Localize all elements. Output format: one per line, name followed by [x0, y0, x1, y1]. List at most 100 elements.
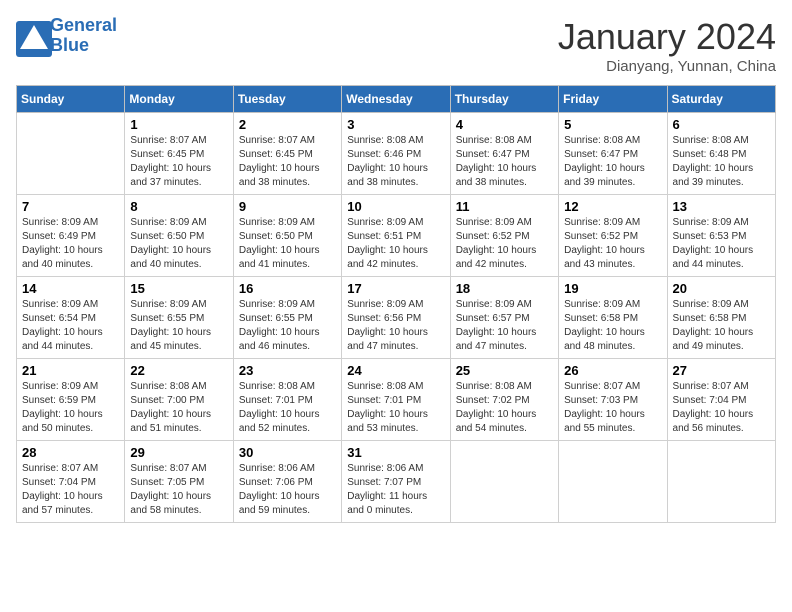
day-info: Sunrise: 8:08 AM Sunset: 6:48 PM Dayligh… — [673, 134, 770, 190]
day-info: Sunrise: 8:08 AM Sunset: 6:46 PM Dayligh… — [347, 134, 444, 190]
day-number: 13 — [673, 199, 770, 214]
month-title: January 2024 — [558, 16, 776, 58]
calendar-cell: 23 Sunrise: 8:08 AM Sunset: 7:01 PM Dayli… — [233, 359, 341, 441]
day-info: Sunrise: 8:09 AM Sunset: 6:57 PM Dayligh… — [456, 298, 553, 354]
day-number: 30 — [239, 445, 336, 460]
day-number: 11 — [456, 199, 553, 214]
day-info: Sunrise: 8:09 AM Sunset: 6:56 PM Dayligh… — [347, 298, 444, 354]
weekday-header: Sunday — [17, 86, 125, 113]
calendar-cell: 15 Sunrise: 8:09 AM Sunset: 6:55 PM Dayli… — [125, 277, 233, 359]
calendar-cell: 27 Sunrise: 8:07 AM Sunset: 7:04 PM Dayli… — [667, 359, 775, 441]
calendar-cell — [17, 113, 125, 195]
day-number: 8 — [130, 199, 227, 214]
calendar-table: SundayMondayTuesdayWednesdayThursdayFrid… — [16, 85, 776, 523]
calendar-week-row: 14Sunrise: 8:09 AM Sunset: 6:54 PM Dayli… — [17, 277, 776, 359]
day-info: Sunrise: 8:07 AM Sunset: 7:05 PM Dayligh… — [130, 462, 227, 518]
day-number: 9 — [239, 199, 336, 214]
calendar-cell: 2 Sunrise: 8:07 AM Sunset: 6:45 PM Daylig… — [233, 113, 341, 195]
day-info: Sunrise: 8:07 AM Sunset: 7:04 PM Dayligh… — [22, 462, 119, 518]
calendar-cell: 17 Sunrise: 8:09 AM Sunset: 6:56 PM Dayli… — [342, 277, 450, 359]
calendar-cell: 30 Sunrise: 8:06 AM Sunset: 7:06 PM Dayli… — [233, 441, 341, 523]
logo-line2: Blue — [50, 35, 89, 55]
day-info: Sunrise: 8:09 AM Sunset: 6:50 PM Dayligh… — [130, 216, 227, 272]
day-number: 21 — [22, 363, 119, 378]
day-number: 24 — [347, 363, 444, 378]
calendar-cell: 1 Sunrise: 8:07 AM Sunset: 6:45 PM Daylig… — [125, 113, 233, 195]
calendar-cell: 25Sunrise: 8:08 AM Sunset: 7:02 PM Dayli… — [450, 359, 558, 441]
day-number: 16 — [239, 281, 336, 296]
day-info: Sunrise: 8:09 AM Sunset: 6:53 PM Dayligh… — [673, 216, 770, 272]
day-number: 17 — [347, 281, 444, 296]
day-number: 27 — [673, 363, 770, 378]
day-info: Sunrise: 8:09 AM Sunset: 6:52 PM Dayligh… — [564, 216, 661, 272]
day-number: 4 — [456, 117, 553, 132]
calendar-cell: 10 Sunrise: 8:09 AM Sunset: 6:51 PM Dayli… — [342, 195, 450, 277]
day-info: Sunrise: 8:07 AM Sunset: 7:04 PM Dayligh… — [673, 380, 770, 436]
weekday-header: Tuesday — [233, 86, 341, 113]
day-info: Sunrise: 8:06 AM Sunset: 7:06 PM Dayligh… — [239, 462, 336, 518]
calendar-cell: 7Sunrise: 8:09 AM Sunset: 6:49 PM Daylig… — [17, 195, 125, 277]
day-info: Sunrise: 8:08 AM Sunset: 7:01 PM Dayligh… — [347, 380, 444, 436]
day-number: 1 — [130, 117, 227, 132]
day-info: Sunrise: 8:09 AM Sunset: 6:59 PM Dayligh… — [22, 380, 119, 436]
day-number: 12 — [564, 199, 661, 214]
day-number: 2 — [239, 117, 336, 132]
weekday-header: Wednesday — [342, 86, 450, 113]
day-info: Sunrise: 8:08 AM Sunset: 7:01 PM Dayligh… — [239, 380, 336, 436]
day-number: 22 — [130, 363, 227, 378]
day-info: Sunrise: 8:08 AM Sunset: 6:47 PM Dayligh… — [564, 134, 661, 190]
day-info: Sunrise: 8:09 AM Sunset: 6:55 PM Dayligh… — [130, 298, 227, 354]
day-info: Sunrise: 8:07 AM Sunset: 7:03 PM Dayligh… — [564, 380, 661, 436]
day-info: Sunrise: 8:09 AM Sunset: 6:52 PM Dayligh… — [456, 216, 553, 272]
day-number: 20 — [673, 281, 770, 296]
calendar-cell: 8 Sunrise: 8:09 AM Sunset: 6:50 PM Daylig… — [125, 195, 233, 277]
day-number: 28 — [22, 445, 119, 460]
calendar-cell: 19Sunrise: 8:09 AM Sunset: 6:58 PM Dayli… — [559, 277, 667, 359]
title-block: January 2024 Dianyang, Yunnan, China — [558, 16, 776, 75]
day-info: Sunrise: 8:09 AM Sunset: 6:54 PM Dayligh… — [22, 298, 119, 354]
day-number: 5 — [564, 117, 661, 132]
calendar-week-row: 28 Sunrise: 8:07 AM Sunset: 7:04 PM Dayli… — [17, 441, 776, 523]
day-number: 31 — [347, 445, 444, 460]
weekday-header: Friday — [559, 86, 667, 113]
calendar-cell: 29 Sunrise: 8:07 AM Sunset: 7:05 PM Dayli… — [125, 441, 233, 523]
calendar-cell: 22 Sunrise: 8:08 AM Sunset: 7:00 PM Dayli… — [125, 359, 233, 441]
calendar-cell: 16 Sunrise: 8:09 AM Sunset: 6:55 PM Dayli… — [233, 277, 341, 359]
day-number: 10 — [347, 199, 444, 214]
weekday-header: Monday — [125, 86, 233, 113]
day-info: Sunrise: 8:06 AM Sunset: 7:07 PM Dayligh… — [347, 462, 444, 518]
calendar-cell: 26Sunrise: 8:07 AM Sunset: 7:03 PM Dayli… — [559, 359, 667, 441]
day-number: 23 — [239, 363, 336, 378]
calendar-cell: 12 Sunrise: 8:09 AM Sunset: 6:52 PM Dayli… — [559, 195, 667, 277]
weekday-header: Saturday — [667, 86, 775, 113]
calendar-cell: 24 Sunrise: 8:08 AM Sunset: 7:01 PM Dayli… — [342, 359, 450, 441]
calendar-cell: 31 Sunrise: 8:06 AM Sunset: 7:07 PM Dayli… — [342, 441, 450, 523]
calendar-cell: 3 Sunrise: 8:08 AM Sunset: 6:46 PM Daylig… — [342, 113, 450, 195]
day-number: 15 — [130, 281, 227, 296]
day-info: Sunrise: 8:07 AM Sunset: 6:45 PM Dayligh… — [130, 134, 227, 190]
day-number: 6 — [673, 117, 770, 132]
day-info: Sunrise: 8:07 AM Sunset: 6:45 PM Dayligh… — [239, 134, 336, 190]
calendar-cell — [667, 441, 775, 523]
day-number: 7 — [22, 199, 119, 214]
day-info: Sunrise: 8:08 AM Sunset: 7:00 PM Dayligh… — [130, 380, 227, 436]
day-info: Sunrise: 8:08 AM Sunset: 6:47 PM Dayligh… — [456, 134, 553, 190]
page-header: General Blue January 2024 Dianyang, Yunn… — [16, 16, 776, 75]
day-number: 29 — [130, 445, 227, 460]
day-info: Sunrise: 8:09 AM Sunset: 6:51 PM Dayligh… — [347, 216, 444, 272]
calendar-week-row: 1 Sunrise: 8:07 AM Sunset: 6:45 PM Daylig… — [17, 113, 776, 195]
weekday-header: Thursday — [450, 86, 558, 113]
calendar-cell: 20 Sunrise: 8:09 AM Sunset: 6:58 PM Dayli… — [667, 277, 775, 359]
calendar-week-row: 21 Sunrise: 8:09 AM Sunset: 6:59 PM Dayli… — [17, 359, 776, 441]
day-number: 18 — [456, 281, 553, 296]
calendar-cell — [559, 441, 667, 523]
day-info: Sunrise: 8:09 AM Sunset: 6:58 PM Dayligh… — [673, 298, 770, 354]
calendar-cell: 13 Sunrise: 8:09 AM Sunset: 6:53 PM Dayli… — [667, 195, 775, 277]
calendar-week-row: 7Sunrise: 8:09 AM Sunset: 6:49 PM Daylig… — [17, 195, 776, 277]
day-info: Sunrise: 8:09 AM Sunset: 6:50 PM Dayligh… — [239, 216, 336, 272]
day-number: 3 — [347, 117, 444, 132]
logo-icon — [16, 21, 46, 51]
day-info: Sunrise: 8:09 AM Sunset: 6:55 PM Dayligh… — [239, 298, 336, 354]
calendar-cell: 28 Sunrise: 8:07 AM Sunset: 7:04 PM Dayli… — [17, 441, 125, 523]
calendar-cell: 21 Sunrise: 8:09 AM Sunset: 6:59 PM Dayli… — [17, 359, 125, 441]
